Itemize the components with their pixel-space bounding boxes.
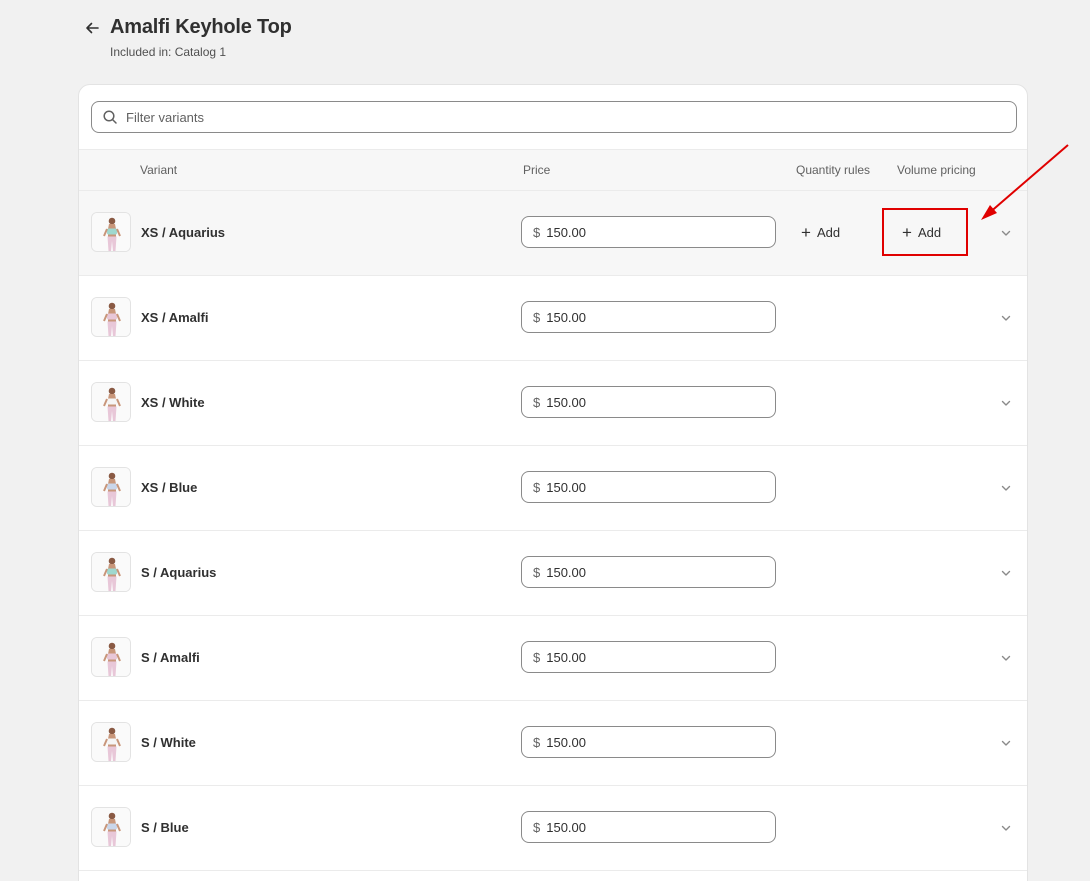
table-row: XS / Aquarius $ + Add+ Add xyxy=(79,191,1027,276)
price-input[interactable] xyxy=(546,479,775,495)
expand-row-button[interactable] xyxy=(997,734,1015,752)
expand-row-button[interactable] xyxy=(997,479,1015,497)
price-field[interactable]: $ xyxy=(521,726,776,758)
chevron-down-icon xyxy=(1001,570,1011,576)
price-field[interactable]: $ xyxy=(521,641,776,673)
variant-name: XS / Amalfi xyxy=(141,310,209,325)
variant-thumbnail xyxy=(91,807,131,847)
price-input[interactable] xyxy=(546,309,775,325)
table-row: S / Amalfi $ xyxy=(79,616,1027,701)
variant-name: S / Blue xyxy=(141,820,189,835)
variant-rows: XS / Aquarius $ + Add+ Add XS / Amalfi xyxy=(79,191,1027,871)
price-input[interactable] xyxy=(546,649,775,665)
currency-symbol: $ xyxy=(533,564,541,580)
currency-symbol: $ xyxy=(533,394,541,410)
add-label: Add xyxy=(816,224,841,240)
filter-variants-field[interactable] xyxy=(91,101,1017,133)
table-row: S / Aquarius $ xyxy=(79,531,1027,616)
expand-row-button[interactable] xyxy=(997,819,1015,837)
chevron-down-icon xyxy=(1001,740,1011,746)
variant-name: S / Aquarius xyxy=(141,565,217,580)
expand-row-button[interactable] xyxy=(997,309,1015,327)
expand-row-button[interactable] xyxy=(997,394,1015,412)
back-button[interactable] xyxy=(82,18,102,38)
chevron-down-icon xyxy=(1001,315,1011,321)
model-photo-icon xyxy=(92,723,130,761)
table-row: XS / Blue $ xyxy=(79,446,1027,531)
search-icon xyxy=(103,110,117,124)
variant-name: S / White xyxy=(141,735,196,750)
currency-symbol: $ xyxy=(533,734,541,750)
filter-variants-input[interactable] xyxy=(126,109,1016,125)
price-field[interactable]: $ xyxy=(521,386,776,418)
column-price: Price xyxy=(523,163,551,177)
table-row: XS / White $ xyxy=(79,361,1027,446)
price-input[interactable] xyxy=(546,734,775,750)
currency-symbol: $ xyxy=(533,224,541,240)
variant-thumbnail xyxy=(91,297,131,337)
plus-icon: + xyxy=(801,222,811,242)
model-photo-icon xyxy=(92,468,130,506)
table-header: Variant Price Quantity rules Volume pric… xyxy=(79,149,1027,191)
column-volume-pricing: Volume pricing xyxy=(897,163,976,177)
chevron-down-icon xyxy=(1001,655,1011,661)
variant-thumbnail xyxy=(91,722,131,762)
table-row: S / White $ xyxy=(79,701,1027,786)
price-field[interactable]: $ xyxy=(521,556,776,588)
page-title: Amalfi Keyhole Top xyxy=(110,16,292,38)
variant-name: S / Amalfi xyxy=(141,650,200,665)
currency-symbol: $ xyxy=(533,479,541,495)
chevron-down-icon xyxy=(1001,485,1011,491)
model-photo-icon xyxy=(92,553,130,591)
model-photo-icon xyxy=(92,808,130,846)
variant-name: XS / White xyxy=(141,395,205,410)
price-input[interactable] xyxy=(546,564,775,580)
price-field[interactable]: $ xyxy=(521,216,776,248)
model-photo-icon xyxy=(92,638,130,676)
price-field[interactable]: $ xyxy=(521,301,776,333)
expand-row-button[interactable] xyxy=(997,649,1015,667)
annotation-highlight-box xyxy=(882,208,968,256)
chevron-down-icon xyxy=(1001,400,1011,406)
model-photo-icon xyxy=(92,298,130,336)
expand-row-button[interactable] xyxy=(997,224,1015,242)
price-field[interactable]: $ xyxy=(521,471,776,503)
chevron-down-icon xyxy=(1001,825,1011,831)
model-photo-icon xyxy=(92,383,130,421)
column-variant: Variant xyxy=(140,163,178,177)
chevron-down-icon xyxy=(1001,230,1011,236)
variant-thumbnail xyxy=(91,637,131,677)
variant-thumbnail xyxy=(91,212,131,252)
currency-symbol: $ xyxy=(533,649,541,665)
variant-thumbnail xyxy=(91,552,131,592)
price-input[interactable] xyxy=(546,224,775,240)
variant-thumbnail xyxy=(91,467,131,507)
table-row: S / Blue $ xyxy=(79,786,1027,871)
price-input[interactable] xyxy=(546,394,775,410)
expand-row-button[interactable] xyxy=(997,564,1015,582)
add-quantity-rules-button[interactable]: + Add xyxy=(793,218,848,246)
model-photo-icon xyxy=(92,213,130,251)
column-quantity-rules: Quantity rules xyxy=(796,163,871,177)
variant-name: XS / Blue xyxy=(141,480,198,495)
currency-symbol: $ xyxy=(533,819,541,835)
table-row: XS / Amalfi $ xyxy=(79,276,1027,361)
variants-card: Variant Price Quantity rules Volume pric… xyxy=(78,84,1028,881)
variant-name: XS / Aquarius xyxy=(141,225,226,240)
currency-symbol: $ xyxy=(533,309,541,325)
page-subtitle: Included in: Catalog 1 xyxy=(110,45,227,59)
price-field[interactable]: $ xyxy=(521,811,776,843)
price-input[interactable] xyxy=(546,819,775,835)
variant-thumbnail xyxy=(91,382,131,422)
arrow-left-icon xyxy=(86,22,99,34)
